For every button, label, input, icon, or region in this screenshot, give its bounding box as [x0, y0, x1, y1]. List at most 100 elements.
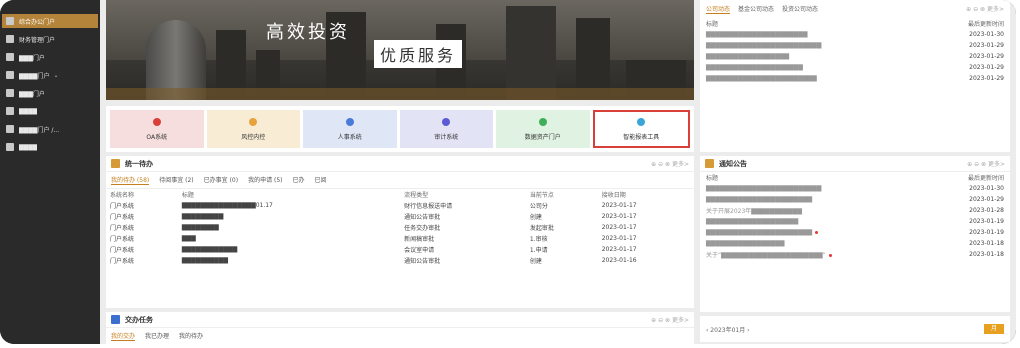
quick-link-tile[interactable]: 智能报表工具 [592, 110, 690, 148]
sidebar-item-label: ▇▇▇▇ [19, 107, 38, 115]
news-tabs: 公司动态 基金公司动态 投资公司动态 ⊕ ⊖ ⊗ 更多> [700, 0, 1010, 18]
tasks-header: 交办任务 ⊕ ⊖ ⊗ 更多> [106, 312, 694, 328]
tasks-more-link[interactable]: ⊕ ⊖ ⊗ 更多> [651, 315, 689, 324]
todo-cell: 门户系统 [110, 203, 135, 210]
todo-panel: 统一待办 ⊕ ⊖ ⊗ 更多> 我的待办 (58) 待阅事宜 (2) 已办事宜 (0)… [106, 156, 694, 308]
notice-item: ▇▇▇▇▇▇▇▇▇▇▇▇▇▇▇▇▇▇▇▇▇▇▇▇▇ [706, 185, 821, 192]
notice-date: 2023-01-28 [969, 207, 1004, 214]
news-date: 2023-01-29 [969, 75, 1004, 82]
news-tab[interactable]: 公司动态 [706, 4, 731, 14]
list-item[interactable]: ▇▇▇▇▇▇▇▇▇▇▇▇▇▇▇▇▇▇ 2023-01-29 [700, 51, 1010, 62]
todo-cell: 2023-01-17 [601, 246, 637, 253]
task-tab[interactable]: 我的待办 [179, 331, 203, 341]
news-col-date: 最后更新时间 [967, 21, 1004, 28]
notice-item: 关于开展2023年▇▇▇▇▇▇▇▇▇▇▇ [706, 206, 802, 215]
list-item[interactable]: 关于“▇▇▇▇▇▇▇▇▇▇▇▇▇▇▇▇▇▇▇▇▇▇” 2023-01-18 [700, 249, 1010, 260]
tasks-panel: 交办任务 ⊕ ⊖ ⊗ 更多> 我的交办 我已办理 我的待办 [106, 312, 694, 344]
news-date: 2023-01-29 [969, 53, 1004, 60]
calendar-bar: ‹ 2023年01月 › 月 [700, 316, 1010, 342]
list-item[interactable]: ▇▇▇▇▇▇▇▇▇▇▇▇▇▇▇▇▇▇▇▇▇▇▇ 2023-01-29 [700, 194, 1010, 205]
list-item[interactable]: ▇▇▇▇▇▇▇▇▇▇▇▇▇▇▇▇▇▇▇▇▇▇▇▇▇ 2023-01-30 [700, 183, 1010, 194]
app-window: 综合办公门户 财务管理门户 ▇▇▇门户 ▇▇▇▇门户 ⌄ ▇▇▇门户 ▇▇▇▇ ▇▇▇▇门户 … [0, 0, 1016, 344]
news-more-link[interactable]: ⊕ ⊖ ⊗ 更多> [966, 4, 1004, 14]
table-row[interactable]: 门户系统 ▇▇▇▇▇▇▇▇▇ 通知公告审批 创建 2023-01-17 [106, 211, 694, 222]
notice-item: ▇▇▇▇▇▇▇▇▇▇▇▇▇▇▇▇▇▇▇▇ [706, 218, 798, 225]
todo-tab[interactable]: 已办事宜 (0) [204, 175, 238, 185]
quick-link-tile[interactable]: OA系统 [110, 110, 204, 148]
notice-date: 2023-01-19 [969, 229, 1004, 236]
todo-cell: 发起审批 [529, 225, 554, 232]
todo-column-header: 流程类型 [404, 192, 429, 199]
todo-tab[interactable]: 已阅 [315, 175, 327, 185]
notice-col-title: 标题 [706, 175, 719, 182]
sidebar-item[interactable]: 综合办公门户 [2, 14, 98, 28]
sidebar-item[interactable]: ▇▇▇▇门户 ⌄ [2, 68, 98, 82]
todo-tab[interactable]: 已办 [293, 175, 305, 185]
table-row[interactable]: 门户系统 ▇▇▇▇▇▇▇▇▇▇▇▇ 会议室申请 1.申请 2023-01-17 [106, 244, 694, 255]
news-title: ▇▇▇▇▇▇▇▇▇▇▇▇▇▇▇▇▇▇▇▇▇▇▇▇ [706, 75, 817, 82]
menu-icon [6, 35, 14, 43]
table-row[interactable]: 门户系统 ▇▇▇▇▇▇▇▇▇▇▇▇▇▇▇▇01.17 财行信息报送申请 公司分 2023… [106, 200, 694, 211]
chevron-down-icon: ⌄ [53, 71, 59, 79]
notice-item-title: ▇▇▇▇▇▇▇▇▇▇▇▇▇▇▇▇▇▇▇▇▇▇▇ [706, 229, 813, 236]
todo-table-header: 系统名称 标题 流程类型 当前节点 接收日期 [106, 189, 694, 200]
todo-tab[interactable]: 我的待办 (58) [111, 175, 150, 185]
table-row[interactable]: 门户系统 ▇▇▇▇▇▇▇▇▇▇ 通知公告审批 创建 2023-01-16 [106, 255, 694, 266]
quick-link-tile[interactable]: 风控内控 [206, 110, 300, 148]
notice-item-title: ▇▇▇▇▇▇▇▇▇▇▇▇▇▇▇▇▇▇▇▇▇▇▇▇▇ [706, 185, 822, 192]
notice-date: 2023-01-18 [969, 251, 1004, 258]
calendar-month-button[interactable]: 月 [984, 324, 1004, 334]
todo-cell: 门户系统 [110, 236, 135, 243]
list-item[interactable]: ▇▇▇▇▇▇▇▇▇▇▇▇▇▇▇▇▇▇▇▇▇▇▇▇ 2023-01-29 [700, 73, 1010, 84]
list-item[interactable]: ▇▇▇▇▇▇▇▇▇▇▇▇▇▇▇▇▇▇▇▇▇ 2023-01-29 [700, 62, 1010, 73]
quick-link-label: 数据资产门户 [524, 133, 561, 141]
list-item[interactable]: ▇▇▇▇▇▇▇▇▇▇▇▇▇▇▇▇▇▇▇▇ 2023-01-19 [700, 216, 1010, 227]
quick-link-label: 审计系统 [434, 133, 459, 141]
todo-more-link[interactable]: ⊕ ⊖ ⊗ 更多> [651, 159, 689, 168]
news-title: ▇▇▇▇▇▇▇▇▇▇▇▇▇▇▇▇▇▇ [706, 53, 790, 60]
sidebar-item[interactable]: ▇▇▇▇门户 /... [2, 122, 98, 136]
sidebar-item[interactable]: ▇▇▇▇ [2, 140, 98, 154]
calendar-month-nav[interactable]: ‹ 2023年01月 › [706, 325, 750, 334]
menu-icon [6, 143, 14, 151]
task-tab[interactable]: 我的交办 [111, 331, 136, 341]
table-row[interactable]: 门户系统 ▇▇▇▇▇▇▇▇ 任务交办审批 发起审批 2023-01-17 [106, 222, 694, 233]
news-tab[interactable]: 基金公司动态 [738, 4, 774, 14]
sidebar-item[interactable]: ▇▇▇门户 [2, 50, 98, 64]
todo-cell: 1.申请 [529, 247, 548, 254]
quick-link-tile[interactable]: 人事系统 [303, 110, 397, 148]
task-icon [111, 315, 120, 324]
sidebar-item[interactable]: ▇▇▇▇ [2, 104, 98, 118]
menu-icon [6, 53, 14, 61]
list-item[interactable]: ▇▇▇▇▇▇▇▇▇▇▇▇▇▇▇▇▇▇▇▇▇▇▇▇▇ 2023-01-29 [700, 40, 1010, 51]
app-icon [152, 117, 161, 126]
todo-cell: 任务交办审批 [404, 225, 441, 232]
task-tab[interactable]: 我已办理 [145, 331, 169, 341]
quick-link-tile[interactable]: 数据资产门户 [496, 110, 590, 148]
list-item[interactable]: ▇▇▇▇▇▇▇▇▇▇▇▇▇▇▇▇▇▇▇▇▇▇▇ 2023-01-19 [700, 227, 1010, 238]
notice-item: ▇▇▇▇▇▇▇▇▇▇▇▇▇▇▇▇▇▇▇▇▇▇▇ [706, 196, 812, 203]
todo-cell: 门户系统 [110, 214, 135, 221]
quick-link-label: 人事系统 [337, 133, 362, 141]
news-col-title: 标题 [706, 21, 719, 28]
quick-link-label: OA系统 [146, 133, 168, 141]
todo-tab[interactable]: 待阅事宜 (2) [159, 175, 193, 185]
list-item[interactable]: ▇▇▇▇▇▇▇▇▇▇▇▇▇▇▇▇▇ 2023-01-18 [700, 238, 1010, 249]
app-icon [249, 117, 258, 126]
sidebar-item[interactable]: 财务管理门户 [2, 32, 98, 46]
menu-icon [6, 107, 14, 115]
list-item[interactable]: 关于开展2023年▇▇▇▇▇▇▇▇▇▇▇ 2023-01-28 [700, 205, 1010, 216]
banner-slogan-1: 高效投资 [266, 22, 350, 43]
table-row[interactable]: 门户系统 ▇▇▇ 新闻稿审批 1.审核 2023-01-17 [106, 233, 694, 244]
notice-item: ▇▇▇▇▇▇▇▇▇▇▇▇▇▇▇▇▇▇▇▇▇▇▇ [706, 229, 819, 236]
list-item[interactable]: ▇▇▇▇▇▇▇▇▇▇▇▇▇▇▇▇▇▇▇▇▇▇ 2023-01-30 [700, 29, 1010, 40]
quick-link-label: 风控内控 [241, 133, 266, 141]
notice-item-title: ▇▇▇▇▇▇▇▇▇▇▇▇▇▇▇▇▇▇▇▇▇▇▇ [706, 196, 813, 203]
new-badge-icon [828, 254, 832, 257]
todo-tab[interactable]: 我的申请 (5) [248, 175, 282, 185]
todo-column-header: 系统名称 [110, 192, 135, 199]
news-tab[interactable]: 投资公司动态 [782, 4, 818, 14]
sidebar-item[interactable]: ▇▇▇门户 [2, 86, 98, 100]
quick-link-tile[interactable]: 审计系统 [399, 110, 493, 148]
notice-more-link[interactable]: ⊕ ⊖ ⊗ 更多> [967, 159, 1005, 168]
